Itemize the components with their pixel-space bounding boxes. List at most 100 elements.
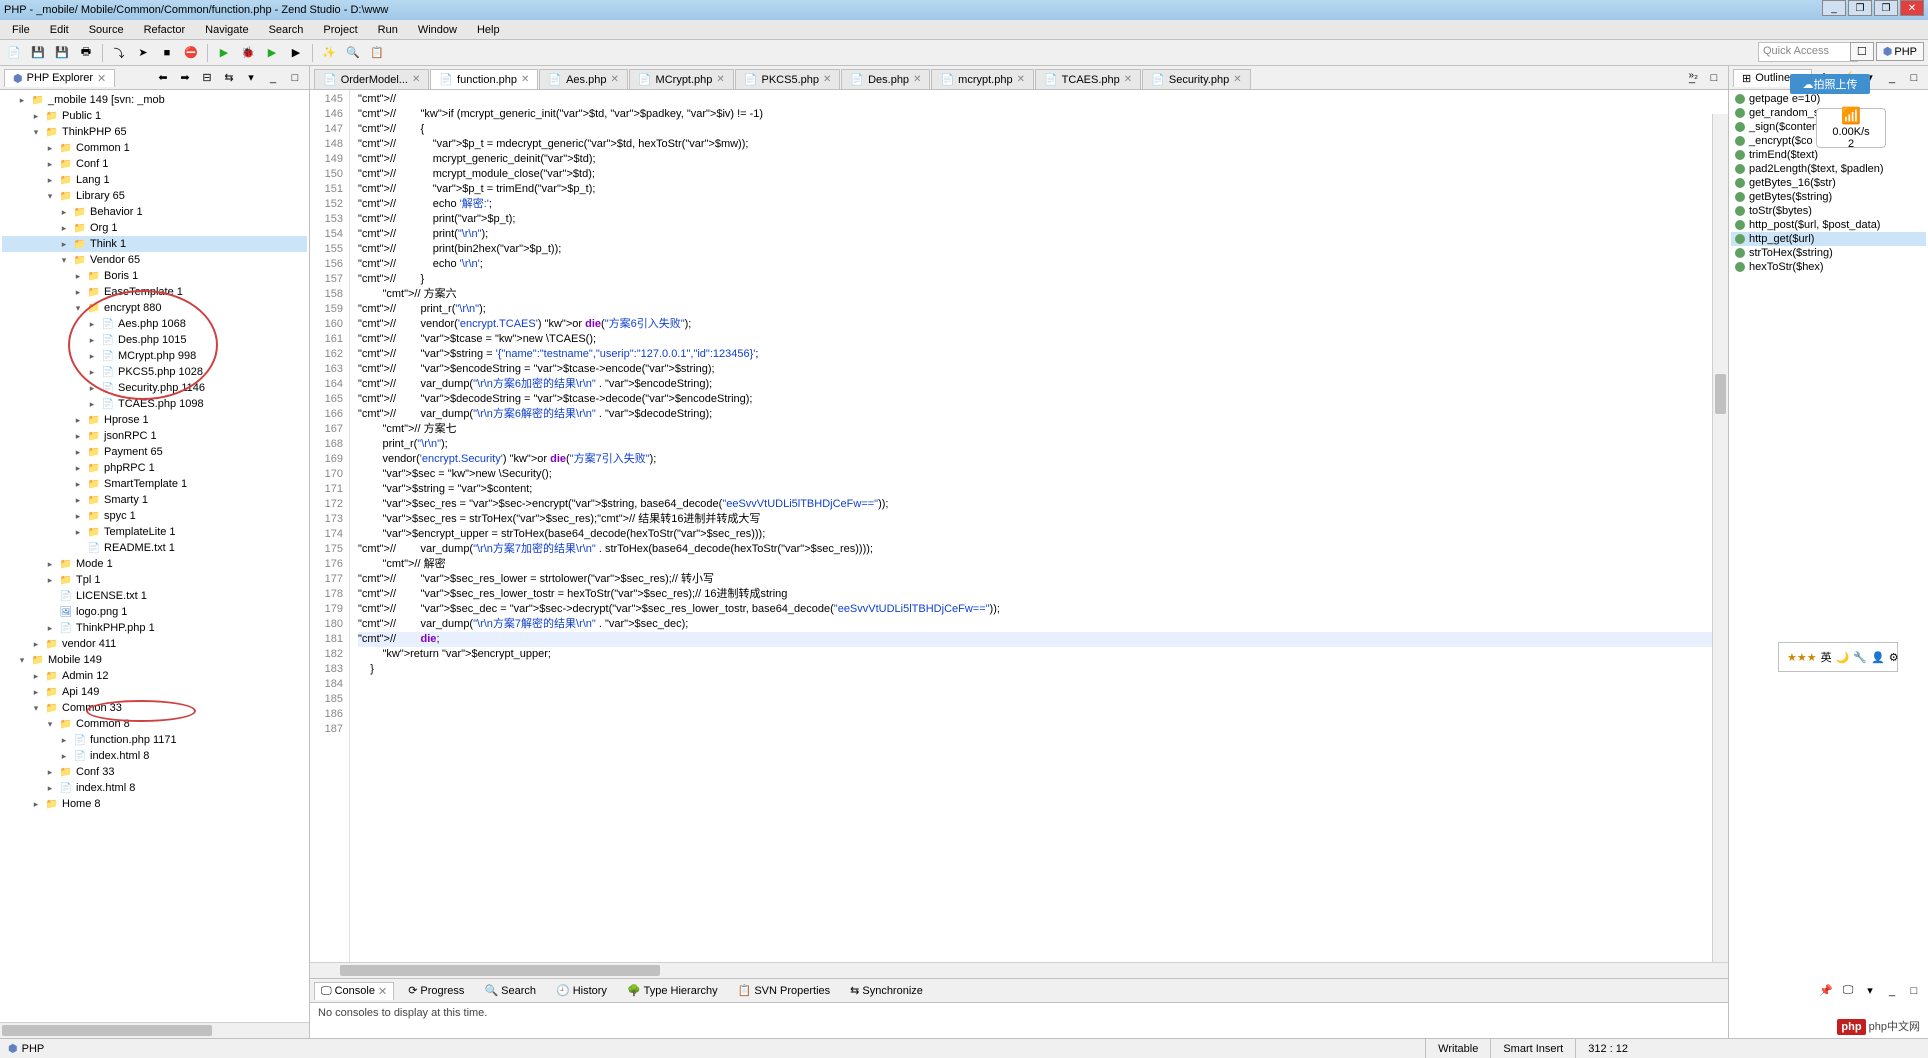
explorer-hscrollbar[interactable] bbox=[0, 1022, 309, 1038]
editor-tab[interactable]: 📄mcrypt.php✕ bbox=[931, 69, 1034, 89]
expand-icon[interactable]: ▸ bbox=[72, 446, 84, 458]
menu-help[interactable]: Help bbox=[469, 22, 508, 38]
expand-icon[interactable]: ▸ bbox=[44, 142, 56, 154]
collapse-icon[interactable]: ▾ bbox=[44, 190, 56, 202]
outline-item[interactable]: trimEnd($text) bbox=[1731, 148, 1926, 162]
ime-moon-icon[interactable]: 🌙 bbox=[1836, 651, 1850, 664]
bottom-tab-history[interactable]: 🕘History bbox=[550, 982, 613, 999]
close-button[interactable]: ✕ bbox=[1900, 0, 1924, 16]
tree-item[interactable]: ▸📁Hprose 1 bbox=[2, 412, 307, 428]
tree-item[interactable]: ▸📄index.html 8 bbox=[2, 748, 307, 764]
menu-source[interactable]: Source bbox=[81, 22, 132, 38]
editor-hscrollbar[interactable] bbox=[310, 962, 1728, 978]
bottom-tab-type-hierarchy[interactable]: 🌳Type Hierarchy bbox=[621, 982, 724, 999]
expand-icon[interactable]: ▸ bbox=[30, 670, 42, 682]
expand-icon[interactable]: ▸ bbox=[86, 366, 98, 378]
ime-user-icon[interactable]: 👤 bbox=[1871, 651, 1885, 664]
tree-item[interactable]: ▸📁Boris 1 bbox=[2, 268, 307, 284]
close-tab-icon[interactable]: ✕ bbox=[1233, 74, 1241, 85]
tree-item[interactable]: 📄LICENSE.txt 1 bbox=[2, 588, 307, 604]
collapse-icon[interactable]: ▾ bbox=[58, 254, 70, 266]
tree-item[interactable]: ▸📁EaseTemplate 1 bbox=[2, 284, 307, 300]
restore-button[interactable]: ❐ bbox=[1848, 0, 1872, 16]
tree-item[interactable]: ▸📁Lang 1 bbox=[2, 172, 307, 188]
tree-item[interactable]: ▸📁Conf 1 bbox=[2, 156, 307, 172]
editor-tab[interactable]: 📄function.php✕ bbox=[430, 69, 538, 89]
menu-navigate[interactable]: Navigate bbox=[197, 22, 256, 38]
tree-item[interactable]: ▸📁jsonRPC 1 bbox=[2, 428, 307, 444]
tree-item[interactable]: ▸📄Des.php 1015 bbox=[2, 332, 307, 348]
tree-item[interactable]: ▾📁Library 65 bbox=[2, 188, 307, 204]
expand-icon[interactable]: ▸ bbox=[44, 574, 56, 586]
minimize-bottom-icon[interactable]: _ bbox=[1882, 981, 1902, 1001]
expand-icon[interactable]: ▸ bbox=[58, 238, 70, 250]
tree-item[interactable]: ▸📁Org 1 bbox=[2, 220, 307, 236]
tree-item[interactable]: ▾📁Common 33 bbox=[2, 700, 307, 716]
save-icon[interactable]: 💾 bbox=[28, 43, 48, 63]
save-all-icon[interactable]: 💾 bbox=[52, 43, 72, 63]
expand-icon[interactable]: ▸ bbox=[44, 158, 56, 170]
tree-item[interactable]: ▸📁Public 1 bbox=[2, 108, 307, 124]
forward-icon[interactable]: ➡ bbox=[175, 68, 195, 88]
tree-item[interactable]: ▸📄function.php 1171 bbox=[2, 732, 307, 748]
close-tab-icon[interactable]: ✕ bbox=[97, 72, 106, 85]
tree-item[interactable]: ▸📁Api 149 bbox=[2, 684, 307, 700]
tree-item[interactable]: ▸📄index.html 8 bbox=[2, 780, 307, 796]
pointer-icon[interactable]: ➤ bbox=[133, 43, 153, 63]
tree-item[interactable]: ▸📁Conf 33 bbox=[2, 764, 307, 780]
ime-settings-icon[interactable]: ⚙ bbox=[1889, 651, 1899, 664]
menu-edit[interactable]: Edit bbox=[42, 22, 77, 38]
close-tab-icon[interactable]: ✕ bbox=[521, 74, 529, 85]
php-perspective-button[interactable]: ⬢PHP bbox=[1876, 42, 1924, 61]
tree-item[interactable]: ▾📁ThinkPHP 65 bbox=[2, 124, 307, 140]
minimize-panel-icon[interactable]: _ bbox=[263, 68, 283, 88]
php-explorer-tab[interactable]: ⬢ PHP Explorer ✕ bbox=[4, 69, 115, 87]
tree-item[interactable]: ▾📁Mobile 149 bbox=[2, 652, 307, 668]
expand-icon[interactable]: ▸ bbox=[30, 638, 42, 650]
expand-icon[interactable]: ▸ bbox=[58, 750, 70, 762]
expand-icon[interactable]: ▸ bbox=[44, 766, 56, 778]
expand-icon[interactable]: ▸ bbox=[58, 734, 70, 746]
disconnect-icon[interactable]: ⛔ bbox=[181, 43, 201, 63]
maximize-bottom-icon[interactable]: □ bbox=[1904, 981, 1924, 1001]
outline-item[interactable]: getpage e=10) bbox=[1731, 92, 1926, 106]
close-tab-icon[interactable]: ✕ bbox=[412, 74, 420, 85]
expand-icon[interactable]: ▸ bbox=[72, 526, 84, 538]
close-tab-icon[interactable]: ✕ bbox=[716, 74, 724, 85]
collapse-icon[interactable]: ▾ bbox=[44, 718, 56, 730]
expand-icon[interactable]: ▸ bbox=[58, 206, 70, 218]
bottom-tab-synchronize[interactable]: ⇆Synchronize bbox=[844, 982, 929, 999]
tree-item[interactable]: ▾📁encrypt 880 bbox=[2, 300, 307, 316]
tree-item[interactable]: ▸📁phpRPC 1 bbox=[2, 460, 307, 476]
editor-tab[interactable]: 📄PKCS5.php✕ bbox=[735, 69, 841, 89]
quick-access-input[interactable]: Quick Access bbox=[1758, 42, 1858, 62]
debug-icon[interactable]: 🐞 bbox=[238, 43, 258, 63]
expand-icon[interactable]: ▸ bbox=[44, 558, 56, 570]
tree-item[interactable]: ▸📁spyc 1 bbox=[2, 508, 307, 524]
editor-tab[interactable]: 📄MCrypt.php✕ bbox=[629, 69, 734, 89]
print-icon[interactable]: 🖶 bbox=[76, 43, 96, 63]
tree-item[interactable]: ▸📁Mode 1 bbox=[2, 556, 307, 572]
console-display-icon[interactable]: 🖵 bbox=[1838, 981, 1858, 1001]
outline-item[interactable]: hexToStr($hex) bbox=[1731, 260, 1926, 274]
expand-icon[interactable]: ▸ bbox=[30, 110, 42, 122]
run-icon[interactable]: ▶ bbox=[214, 43, 234, 63]
expand-icon[interactable]: ▸ bbox=[72, 414, 84, 426]
stop-icon[interactable]: ■ bbox=[157, 43, 177, 63]
tree-item[interactable]: ▸📁Admin 12 bbox=[2, 668, 307, 684]
expand-icon[interactable]: ▸ bbox=[58, 222, 70, 234]
search-icon[interactable]: 🔍 bbox=[343, 43, 363, 63]
close-tab-icon[interactable]: ✕ bbox=[823, 74, 831, 85]
close-tab-icon[interactable]: ✕ bbox=[913, 74, 921, 85]
collapse-icon[interactable]: ⊟ bbox=[197, 68, 217, 88]
maximize-editor-icon[interactable]: □ bbox=[1704, 68, 1724, 88]
tree-item[interactable]: ▸📄Security.php 1146 bbox=[2, 380, 307, 396]
outline-list[interactable]: getpage e=10)get_random_string($size)_si… bbox=[1729, 90, 1928, 1038]
tree-item[interactable]: ▸📁Common 1 bbox=[2, 140, 307, 156]
tree-item[interactable]: ▸📄PKCS5.php 1028 bbox=[2, 364, 307, 380]
wifi-widget[interactable]: 📶 0.00K/s 2 bbox=[1816, 108, 1886, 148]
wand-icon[interactable]: ✨ bbox=[319, 43, 339, 63]
expand-icon[interactable]: ▸ bbox=[44, 782, 56, 794]
project-tree[interactable]: ▸📁_mobile 149 [svn: _mob▸📁Public 1▾📁Thin… bbox=[0, 90, 309, 1022]
link-icon[interactable]: ⇆ bbox=[219, 68, 239, 88]
